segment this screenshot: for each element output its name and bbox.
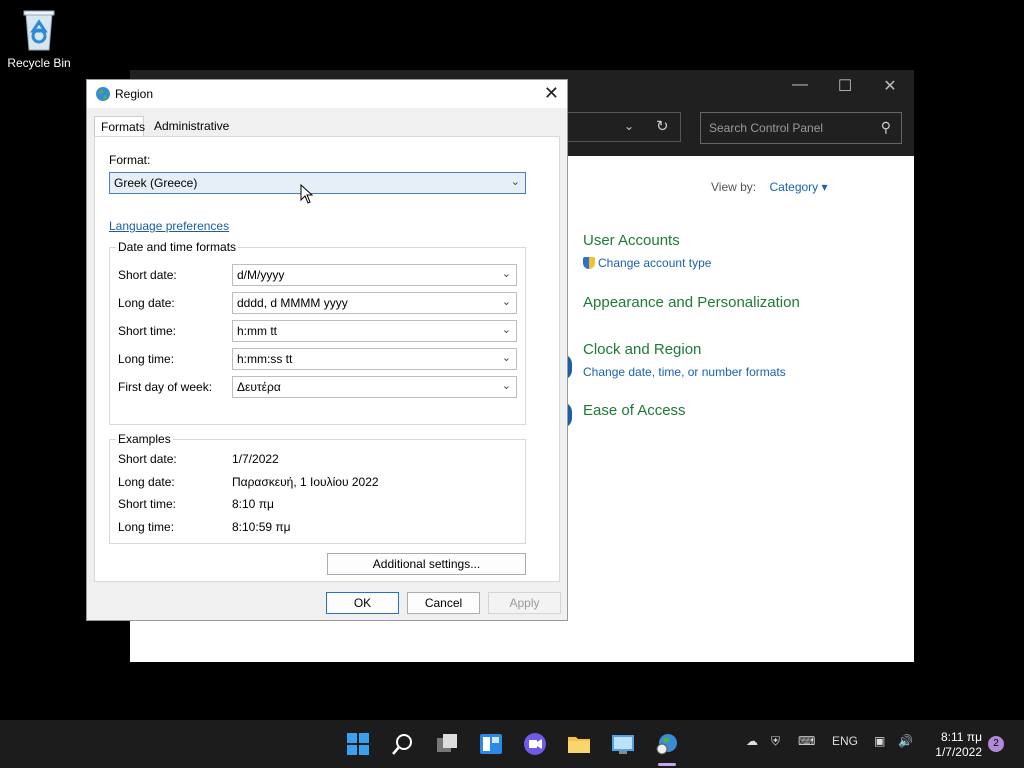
search-icon[interactable]: ⚲ <box>881 119 891 136</box>
long-date-label: Long date: <box>118 296 175 310</box>
keyboard-icon[interactable]: ⌨ <box>798 734 815 748</box>
examples-title: Examples <box>116 432 173 446</box>
search-control-panel-input[interactable]: Search Control Panel ⚲ <box>700 112 902 144</box>
example-short-date-value: 1/7/2022 <box>232 452 279 466</box>
long-time-label: Long time: <box>118 352 175 366</box>
datetime-group-title: Date and time formats <box>116 240 239 254</box>
view-by-dropdown[interactable]: Category ▾ <box>769 180 827 194</box>
tab-administrative[interactable]: Administrative <box>148 116 229 136</box>
example-short-time-value: 8:10 πμ <box>232 497 274 511</box>
region-dialog: Region ✕ Formats Administrative Format: … <box>86 79 568 621</box>
additional-settings-button[interactable]: Additional settings... <box>327 553 526 575</box>
task-view-icon[interactable] <box>435 732 459 756</box>
format-select[interactable]: Greek (Greece) ⌄ <box>109 172 526 194</box>
category-user-accounts[interactable]: User Accounts <box>583 232 680 249</box>
chevron-down-icon: ⌄ <box>501 268 511 280</box>
link-change-account-type[interactable]: Change account type <box>583 256 711 270</box>
notification-badge[interactable]: 2 <box>988 736 1004 752</box>
first-day-value: Δευτέρα <box>237 380 281 394</box>
category-clock-region[interactable]: Clock and Region <box>583 341 701 358</box>
example-long-date-label: Long date: <box>118 475 175 489</box>
display-icon[interactable]: ▣ <box>874 734 885 748</box>
refresh-icon[interactable]: ↻ <box>656 117 669 135</box>
chevron-down-icon[interactable]: ⌄ <box>624 119 634 133</box>
mouse-cursor-icon <box>300 184 314 204</box>
short-time-value: h:mm tt <box>237 324 278 338</box>
short-date-select[interactable]: d/M/yyyy ⌄ <box>232 264 517 286</box>
recycle-bin-shortcut[interactable]: Recycle Bin <box>6 8 72 70</box>
first-day-select[interactable]: Δευτέρα ⌄ <box>232 376 517 398</box>
long-time-value: h:mm:ss tt <box>237 352 293 366</box>
short-time-select[interactable]: h:mm tt ⌄ <box>232 320 517 342</box>
short-date-value: d/M/yyyy <box>237 268 285 282</box>
view-by-label: View by: <box>711 180 757 194</box>
language-preferences-link[interactable]: Language preferences <box>109 219 229 233</box>
chevron-down-icon: ⌄ <box>501 324 511 336</box>
short-date-label: Short date: <box>118 268 177 282</box>
clock-date: 1/7/2022 <box>935 745 982 759</box>
examples-group: Examples Short date: 1/7/2022 Long date:… <box>109 432 526 544</box>
view-by: View by: Category ▾ <box>711 180 828 194</box>
example-long-date-value: Παρασκευή, 1 Ιουλίου 2022 <box>232 475 379 489</box>
recycle-bin-icon <box>21 8 57 52</box>
globe-icon <box>96 87 110 101</box>
long-date-value: dddd, d MMMM yyyy <box>237 296 348 310</box>
format-label: Format: <box>109 153 151 167</box>
long-time-select[interactable]: h:mm:ss tt ⌄ <box>232 348 517 370</box>
cancel-button[interactable]: Cancel <box>407 592 480 614</box>
view-by-value: Category <box>769 180 819 194</box>
maximize-icon[interactable]: ☐ <box>825 76 865 96</box>
language-indicator[interactable]: ENG <box>832 734 858 748</box>
chevron-down-icon: ⌄ <box>501 352 511 364</box>
long-date-select[interactable]: dddd, d MMMM yyyy ⌄ <box>232 292 517 314</box>
chat-icon[interactable] <box>523 732 547 756</box>
shield-icon <box>583 257 595 269</box>
format-value: Greek (Greece) <box>114 176 198 190</box>
control-panel-icon[interactable] <box>611 732 635 756</box>
short-time-label: Short time: <box>118 324 177 338</box>
chevron-down-icon: ⌄ <box>510 176 520 188</box>
example-long-time-label: Long time: <box>118 520 175 534</box>
link-text: Change account type <box>598 256 712 270</box>
security-shield-icon[interactable]: ⛨ <box>771 734 780 749</box>
datetime-formats-group: Date and time formats Short date: d/M/yy… <box>109 240 526 425</box>
dialog-title: Region <box>115 87 154 101</box>
volume-icon[interactable]: 🔊 <box>898 734 913 748</box>
close-icon[interactable]: ✕ <box>544 83 559 104</box>
example-short-time-label: Short time: <box>118 497 177 511</box>
link-change-date-formats[interactable]: Change date, time, or number formats <box>583 365 786 379</box>
tab-formats[interactable]: Formats <box>94 116 145 136</box>
region-globe-icon[interactable] <box>655 732 679 756</box>
dialog-titlebar[interactable]: Region ✕ <box>87 80 567 108</box>
widgets-icon[interactable] <box>479 732 503 756</box>
formats-panel: Format: Greek (Greece) ⌄ Language prefer… <box>94 136 560 582</box>
category-appearance[interactable]: Appearance and Personalization <box>583 294 800 311</box>
network-off-icon[interactable]: ☁ <box>746 734 758 748</box>
file-explorer-icon[interactable] <box>567 732 591 756</box>
taskbar: ☁ ⛨ ⌨ ENG ▣ 🔊 8:11 πμ 1/7/2022 2 <box>0 720 1024 768</box>
first-day-label: First day of week: <box>118 380 213 394</box>
chevron-down-icon: ⌄ <box>501 380 511 392</box>
example-short-date-label: Short date: <box>118 452 177 466</box>
minimize-icon[interactable]: — <box>780 76 820 94</box>
address-bar[interactable]: ⌄ ↻ <box>568 112 681 142</box>
example-long-time-value: 8:10:59 πμ <box>232 520 291 534</box>
apply-button[interactable]: Apply <box>488 592 561 614</box>
active-app-indicator <box>658 763 676 766</box>
clock-time: 8:11 πμ <box>941 730 982 744</box>
recycle-bin-label: Recycle Bin <box>7 56 71 70</box>
close-icon[interactable]: ✕ <box>870 76 910 96</box>
search-icon[interactable] <box>391 732 415 756</box>
taskbar-clock[interactable]: 8:11 πμ 1/7/2022 <box>928 730 982 760</box>
chevron-down-icon: ⌄ <box>501 296 511 308</box>
start-icon[interactable] <box>346 732 370 756</box>
search-placeholder: Search Control Panel <box>709 121 824 135</box>
category-ease-of-access[interactable]: Ease of Access <box>583 402 686 419</box>
ok-button[interactable]: OK <box>326 592 399 614</box>
